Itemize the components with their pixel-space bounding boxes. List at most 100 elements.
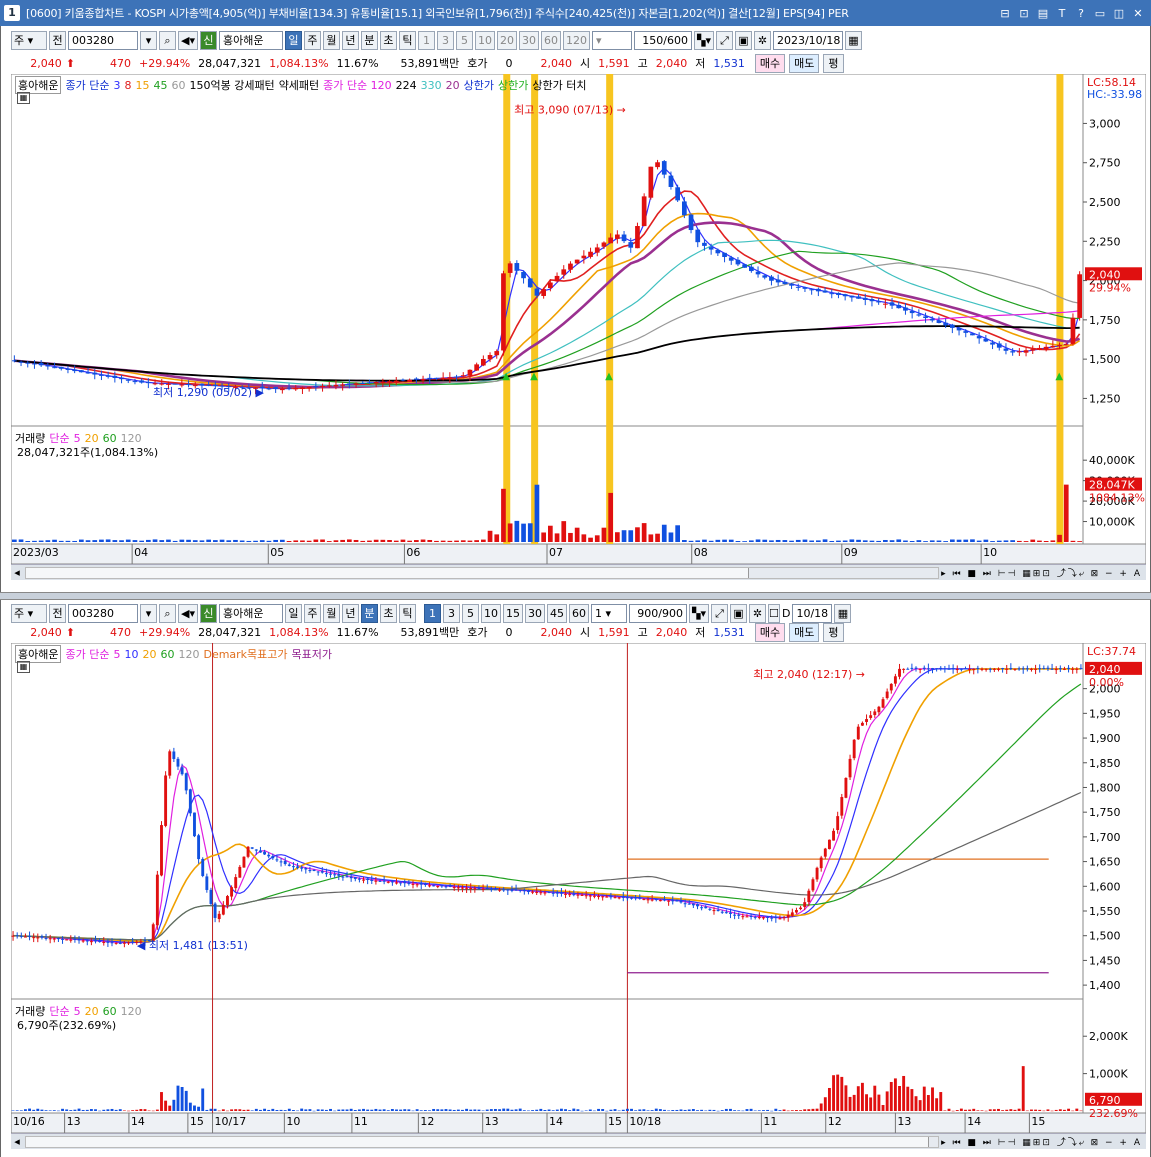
- sell-button-2[interactable]: 매도: [789, 622, 820, 642]
- scroll-track-2[interactable]: [25, 1135, 940, 1148]
- num-5-2[interactable]: 5: [461, 603, 479, 623]
- num-20[interactable]: 20: [496, 30, 517, 50]
- code-dropdown-icon[interactable]: ▾: [140, 30, 157, 50]
- top-chart-area[interactable]: 3,000 2,750 2,500 2,250 2,000 1,750 1,500 1,250…: [11, 74, 1146, 564]
- minimize-icon[interactable]: ▭: [1091, 7, 1109, 20]
- tools-icon[interactable]: ▚▾: [693, 30, 714, 50]
- num-60[interactable]: 60: [540, 30, 561, 50]
- code-dropdown-icon-2[interactable]: ▾: [140, 603, 157, 623]
- tools-icon-2[interactable]: ▚▾: [688, 603, 709, 623]
- period-year[interactable]: 년: [341, 30, 359, 50]
- num-1-2[interactable]: 1: [423, 603, 441, 623]
- num-15-2[interactable]: 15: [502, 603, 523, 623]
- period-tick-2[interactable]: 틱: [398, 603, 416, 623]
- draw-icon-2[interactable]: ⤢: [710, 603, 728, 623]
- top-volume-bar: [360, 540, 366, 542]
- code-input-2[interactable]: 003280: [68, 603, 138, 623]
- top-volume-bar: [487, 530, 493, 542]
- bot-volume-bar: [543, 1109, 547, 1111]
- calendar-icon[interactable]: ▦: [844, 30, 862, 50]
- period-minute[interactable]: 분: [360, 30, 378, 50]
- period-minute-2[interactable]: 분: [360, 603, 378, 623]
- sound-icon-2[interactable]: ◀▾: [178, 603, 198, 623]
- restore-layout-icon[interactable]: ⊡: [1015, 7, 1033, 20]
- period-month-2[interactable]: 월: [322, 603, 340, 623]
- top-candle-body: [313, 386, 319, 388]
- table-icon-2[interactable]: ▦: [17, 661, 30, 673]
- close-icon[interactable]: ✕: [1129, 7, 1147, 20]
- num-3[interactable]: 3: [436, 30, 454, 50]
- bot-candle-body: [197, 835, 201, 860]
- num-45-2[interactable]: 45: [546, 603, 567, 623]
- period-day-2[interactable]: 일: [284, 603, 302, 623]
- scroll-left-icon[interactable]: ◂: [11, 566, 23, 579]
- period-month[interactable]: 월: [322, 30, 340, 50]
- num-120[interactable]: 120: [562, 30, 590, 50]
- bot-volume-bar: [1063, 1109, 1066, 1111]
- bottom-nav-controls[interactable]: ▸ ⏮ ■ ⏭ ⊢⊣ ▦⊞⊡ ⤴⤵⤶ ⊠ − + A: [941, 1135, 1142, 1148]
- num-30[interactable]: 30: [518, 30, 539, 50]
- date-checkbox[interactable]: ☐: [767, 603, 780, 623]
- num-3-2[interactable]: 3: [442, 603, 460, 623]
- prev-button[interactable]: 전: [49, 30, 66, 50]
- market-select-2[interactable]: 주 ▾: [11, 603, 47, 623]
- sound-icon[interactable]: ◀▾: [178, 30, 198, 50]
- window-separator[interactable]: [0, 592, 1151, 600]
- bottom-chart-area[interactable]: 2,000 1,950 1,900 1,850 1,800 1,750 1,700 1,650…: [11, 643, 1146, 1133]
- num-10[interactable]: 10: [474, 30, 495, 50]
- num-60-2[interactable]: 60: [568, 603, 589, 623]
- top-nav-controls[interactable]: ▸ ⏮ ■ ⏭ ⊢⊣ ▦⊞⊡ ⤴⤵⤶ ⊠ − + A: [941, 566, 1142, 579]
- count-input-2[interactable]: 900/900: [628, 603, 687, 623]
- table-icon[interactable]: ▦: [17, 92, 30, 104]
- search-icon-2[interactable]: ⌕: [159, 603, 176, 623]
- search-icon[interactable]: ⌕: [159, 30, 176, 50]
- bottom-scrollbar[interactable]: ◂ ▸ ⏮ ■ ⏭ ⊢⊣ ▦⊞⊡ ⤴⤵⤶ ⊠ − + A: [11, 1133, 1146, 1149]
- period-second-2[interactable]: 초: [379, 603, 397, 623]
- text-icon[interactable]: T: [1053, 7, 1071, 20]
- scroll-track[interactable]: [25, 566, 940, 579]
- top-candle-body: [400, 379, 406, 381]
- market-select[interactable]: 주 ▾: [11, 30, 47, 50]
- bot-time-label: 14: [131, 1115, 145, 1128]
- save-icon[interactable]: ▣: [734, 30, 752, 50]
- period-week-2[interactable]: 주: [303, 603, 321, 623]
- date-input[interactable]: 2023/10/18: [772, 30, 843, 50]
- buy-button[interactable]: 매수: [754, 53, 786, 73]
- period-week[interactable]: 주: [303, 30, 321, 50]
- count-input[interactable]: 150/600: [633, 30, 692, 50]
- layout-icon[interactable]: ⊟: [996, 7, 1014, 20]
- help-icon[interactable]: ?: [1072, 7, 1090, 20]
- calendar-icon-2[interactable]: ▦: [834, 603, 852, 623]
- settings-icon-2[interactable]: ✲: [748, 603, 766, 623]
- top-scrollbar[interactable]: ◂ ▸ ⏮ ■ ⏭ ⊢⊣ ▦⊞⊡ ⤴⤵⤶ ⊠ − + A: [11, 564, 1146, 580]
- maximize-icon[interactable]: ◫: [1110, 7, 1128, 20]
- bot-candle-body: [592, 895, 596, 897]
- top-volume-bar: [280, 539, 285, 542]
- scroll-thumb-2[interactable]: [928, 1136, 939, 1147]
- sell-button[interactable]: 매도: [789, 53, 820, 73]
- vol-ma-60: 60: [102, 431, 117, 445]
- date-input-2[interactable]: 10/18: [792, 603, 833, 623]
- buy-button-2[interactable]: 매수: [754, 622, 786, 642]
- scroll-left-icon-2[interactable]: ◂: [11, 1135, 23, 1148]
- period-day[interactable]: 일: [284, 30, 302, 50]
- period-tick[interactable]: 틱: [398, 30, 416, 50]
- unit-input[interactable]: ▾: [591, 30, 632, 50]
- draw-icon[interactable]: ⤢: [715, 30, 733, 50]
- num-30-2[interactable]: 30: [524, 603, 545, 623]
- settings-icon[interactable]: ✲: [753, 30, 771, 50]
- period-year-2[interactable]: 년: [341, 603, 359, 623]
- avg-button[interactable]: 평: [823, 53, 844, 73]
- code-input[interactable]: 003280: [68, 30, 138, 50]
- num-10-2[interactable]: 10: [480, 603, 501, 623]
- bot-volume-bar: [551, 1110, 555, 1111]
- num-5[interactable]: 5: [455, 30, 473, 50]
- save-icon-2[interactable]: ▣: [729, 603, 747, 623]
- prev-button-2[interactable]: 전: [49, 603, 66, 623]
- scroll-thumb[interactable]: [748, 567, 939, 578]
- period-second[interactable]: 초: [379, 30, 397, 50]
- num-1[interactable]: 1: [417, 30, 435, 50]
- avg-button-2[interactable]: 평: [823, 622, 844, 642]
- list-icon[interactable]: ▤: [1034, 7, 1052, 20]
- unit-input-2[interactable]: 1 ▾: [590, 603, 627, 623]
